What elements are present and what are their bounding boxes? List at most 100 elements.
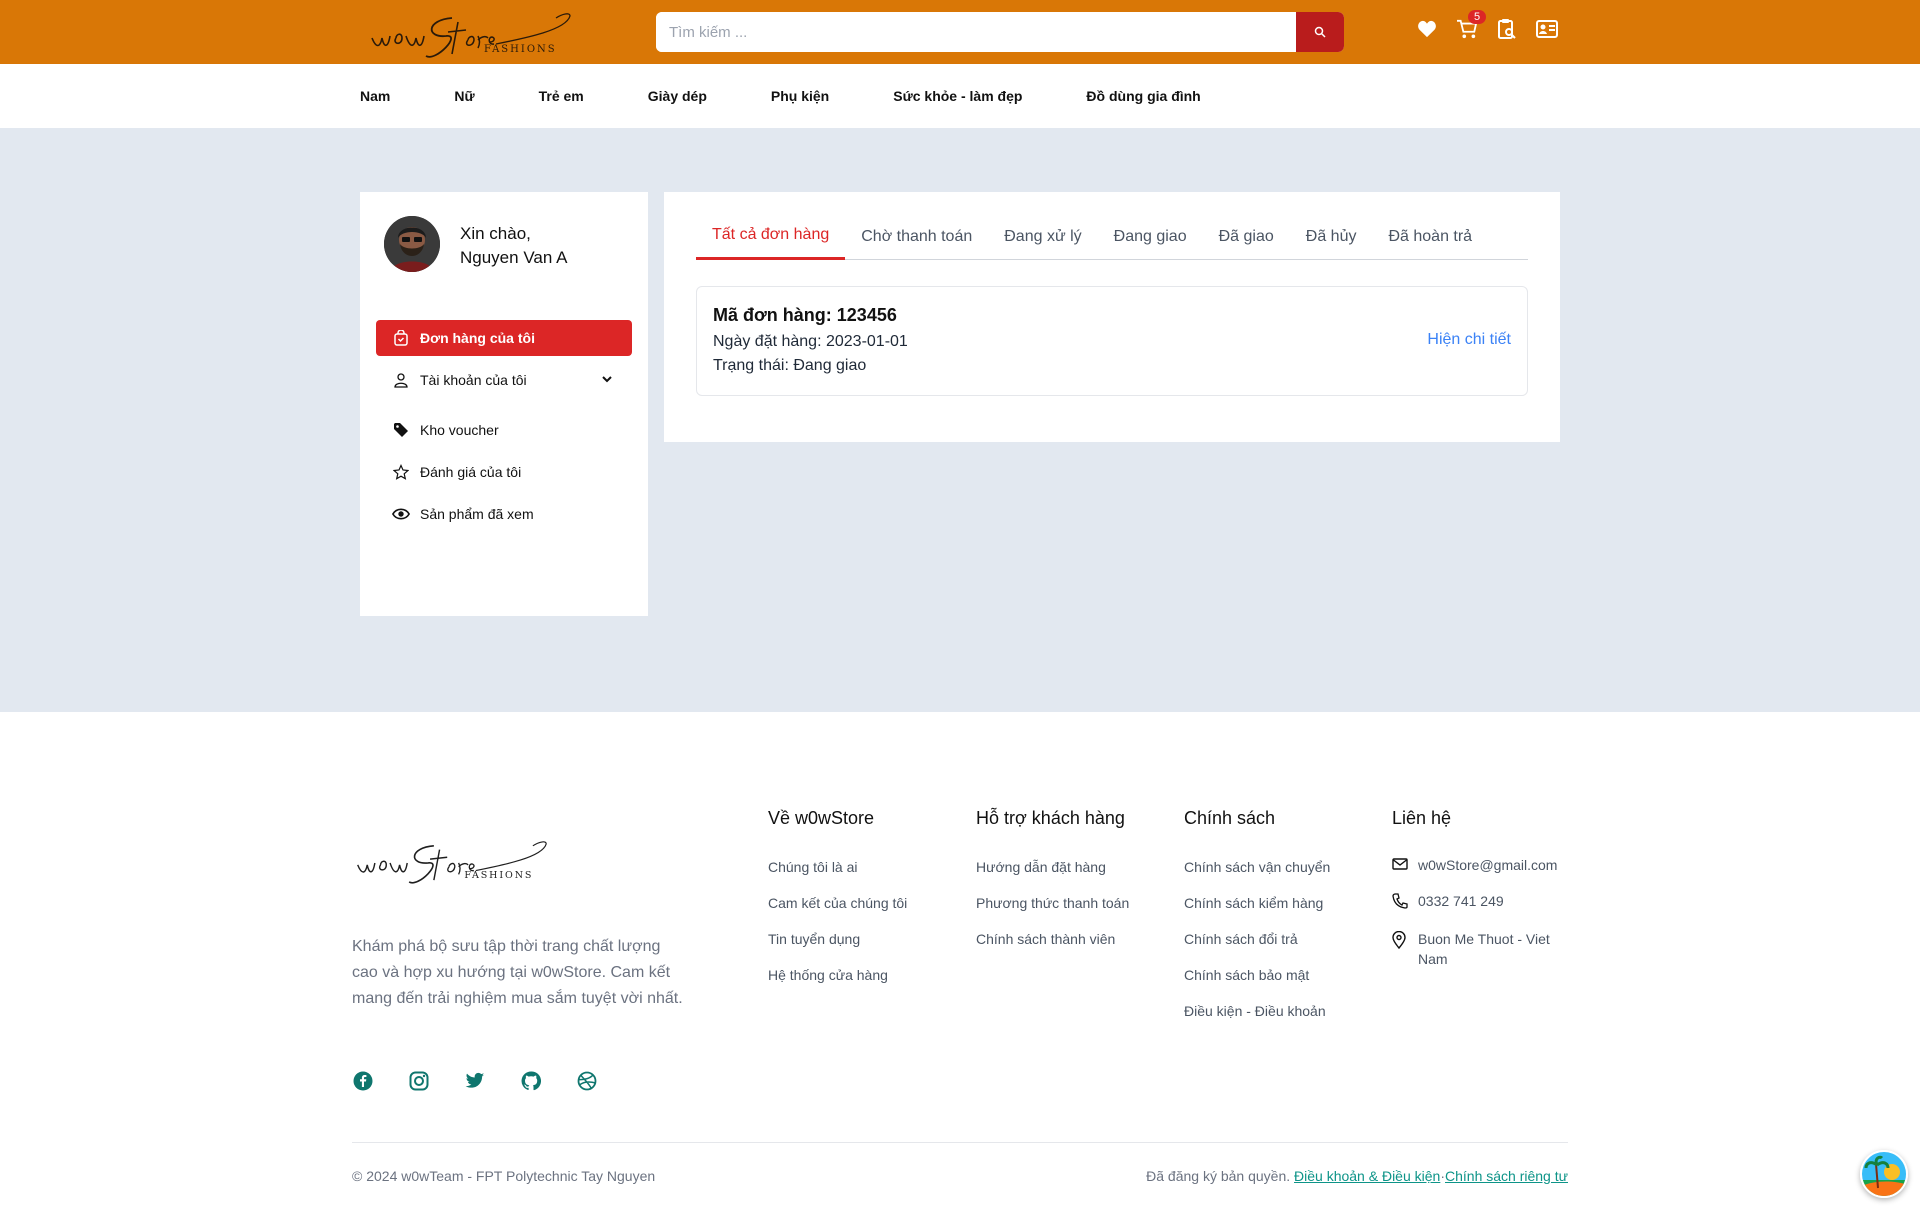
- tab-order-status[interactable]: Đang xử lý: [988, 216, 1097, 260]
- footer-link[interactable]: Hướng dẫn đặt hàng: [976, 857, 1129, 893]
- search-icon: [1314, 26, 1326, 38]
- footer-link[interactable]: Cam kết của chúng tôi: [768, 893, 907, 929]
- footer-column-support: Hỗ trợ khách hàng Hướng dẫn đặt hàng Phư…: [976, 808, 1129, 965]
- tab-order-status[interactable]: Chờ thanh toán: [845, 216, 988, 260]
- footer-link[interactable]: Tin tuyển dụng: [768, 929, 907, 965]
- tab-order-status[interactable]: Đã hoàn trả: [1372, 216, 1488, 260]
- order-lookup-button[interactable]: [1496, 18, 1518, 40]
- sidebar-item-my-orders[interactable]: Đơn hàng của tôi: [376, 320, 632, 356]
- footer-column-policy: Chính sách Chính sách vận chuyển Chính s…: [1184, 808, 1330, 1037]
- order-status-tabs: Tất cả đơn hàng Chờ thanh toán Đang xử lý Đ…: [696, 216, 1528, 260]
- twitter-icon: [465, 1072, 485, 1088]
- avatar[interactable]: [384, 216, 440, 272]
- tab-order-status[interactable]: Đã hủy: [1290, 216, 1373, 260]
- tag-icon: [392, 421, 410, 439]
- contact-phone-text: 0332 741 249: [1418, 893, 1504, 909]
- sidebar-item-label: Tài khoản của tôi: [420, 372, 527, 388]
- dribbble-icon: [577, 1071, 597, 1091]
- shopping-bag-icon: [392, 329, 410, 347]
- sidebar-item-my-account[interactable]: Tài khoản của tôi: [376, 362, 632, 398]
- social-links: [352, 1070, 598, 1092]
- contact-phone[interactable]: 0332 741 249: [1392, 893, 1576, 929]
- footer-link[interactable]: Chính sách thành viên: [976, 929, 1129, 965]
- copyright: © 2024 w0wTeam - FPT Polytechnic Tay Ngu…: [352, 1168, 656, 1184]
- footer-column-about: Về w0wStore Chúng tôi là ai Cam kết của …: [768, 808, 907, 1001]
- instagram-icon: [409, 1071, 429, 1091]
- search-button[interactable]: [1296, 12, 1344, 52]
- heart-icon: [1418, 20, 1436, 38]
- cart-count-badge: 5: [1468, 10, 1487, 24]
- floating-chat-button[interactable]: [1860, 1150, 1908, 1198]
- legal-prefix: Đã đăng ký bản quyền.: [1146, 1168, 1291, 1184]
- sidebar-item-viewed-products[interactable]: Sản phẩm đã xem: [376, 496, 632, 532]
- footer-column-title: Liên hệ: [1392, 808, 1452, 828]
- terms-link[interactable]: Điều khoản & Điều kiện: [1294, 1168, 1440, 1184]
- tab-order-status[interactable]: Đã giao: [1203, 216, 1290, 260]
- footer-column-title: Về w0wStore: [768, 808, 875, 828]
- tab-order-status[interactable]: Đang giao: [1098, 216, 1203, 260]
- order-date: Ngày đặt hàng: 2023-01-01: [713, 333, 908, 350]
- sidebar-item-vouchers[interactable]: Kho voucher: [376, 412, 632, 448]
- facebook-link[interactable]: [352, 1070, 374, 1092]
- footer-column-title: Chính sách: [1184, 808, 1276, 828]
- wishlist-button[interactable]: [1416, 18, 1438, 40]
- nav-item[interactable]: Sức khỏe - làm đẹp: [893, 88, 1022, 104]
- footer-divider: [352, 1142, 1568, 1143]
- nav-item[interactable]: Nữ: [454, 88, 474, 104]
- phone-icon: [1392, 893, 1410, 909]
- github-link[interactable]: [520, 1070, 542, 1092]
- footer-link[interactable]: Chúng tôi là ai: [768, 857, 907, 893]
- search-bar: [656, 12, 1344, 52]
- footer-column-contact: Liên hệ w0wStore@gmail.com 0332 741 249 …: [1392, 808, 1576, 969]
- footer-description: Khám phá bộ sưu tập thời trang chất lượn…: [352, 938, 683, 1007]
- contact-address: Buon Me Thuot - Viet Nam: [1392, 929, 1576, 969]
- footer-link[interactable]: Chính sách vận chuyển: [1184, 857, 1330, 893]
- account-card-button[interactable]: [1536, 18, 1558, 40]
- category-nav-list: Nam Nữ Trẻ em Giày dép Phụ kiện Sức khỏe - là…: [360, 64, 1265, 128]
- footer-logo[interactable]: FASHIONS: [352, 832, 550, 892]
- facebook-icon: [353, 1071, 373, 1091]
- footer-link[interactable]: Chính sách đổi trả: [1184, 929, 1330, 965]
- twitter-link[interactable]: [464, 1070, 486, 1092]
- order-lookup-icon: [1498, 19, 1516, 39]
- account-card-icon: [1536, 20, 1558, 38]
- user-greeting: Xin chào, Nguyen Van A: [460, 222, 567, 270]
- contact-email[interactable]: w0wStore@gmail.com: [1392, 857, 1576, 893]
- nav-item[interactable]: Phụ kiện: [771, 88, 829, 104]
- brand-logo[interactable]: FASHIONS: [366, 8, 574, 62]
- tab-order-status[interactable]: Tất cả đơn hàng: [696, 216, 846, 260]
- sidebar-item-label: Đánh giá của tôi: [420, 464, 522, 480]
- instagram-link[interactable]: [408, 1070, 430, 1092]
- footer-link[interactable]: Phương thức thanh toán: [976, 893, 1129, 929]
- mail-icon: [1392, 857, 1410, 871]
- chevron-down-icon[interactable]: [600, 372, 614, 386]
- star-icon: [392, 463, 410, 481]
- cart-button[interactable]: 5: [1456, 10, 1487, 40]
- avatar-image: [384, 216, 440, 272]
- eye-icon: [392, 505, 410, 523]
- footer-link[interactable]: Chính sách kiểm hàng: [1184, 893, 1330, 929]
- top-header: FASHIONS 5: [0, 0, 1920, 64]
- order-detail-link[interactable]: Hiện chi tiết: [1427, 331, 1511, 349]
- footer-link[interactable]: Hệ thống cửa hàng: [768, 965, 907, 1001]
- nav-item[interactable]: Trẻ em: [539, 88, 584, 104]
- nav-item[interactable]: Nam: [360, 88, 390, 104]
- account-sidebar: Xin chào, Nguyen Van A Đơn hàng của tôi …: [360, 192, 648, 616]
- contact-email-text: w0wStore@gmail.com: [1418, 857, 1558, 873]
- dribbble-link[interactable]: [576, 1070, 598, 1092]
- privacy-link[interactable]: Chính sách riêng tư: [1445, 1168, 1568, 1184]
- sidebar-item-label: Kho voucher: [420, 422, 499, 438]
- footer-link[interactable]: Chính sách bảo mật: [1184, 965, 1330, 1001]
- nav-item[interactable]: Đồ dùng gia đình: [1086, 88, 1200, 104]
- location-pin-icon: [1392, 929, 1410, 949]
- header-actions: 5: [1416, 10, 1558, 40]
- footer-link[interactable]: Điều kiện - Điều khoản: [1184, 1001, 1330, 1037]
- search-input[interactable]: [656, 12, 1296, 52]
- orders-panel: Tất cả đơn hàng Chờ thanh toán Đang xử lý Đ…: [664, 192, 1560, 442]
- nav-item[interactable]: Giày dép: [648, 88, 707, 104]
- footer-column-title: Hỗ trợ khách hàng: [976, 808, 1125, 828]
- sidebar-item-my-reviews[interactable]: Đánh giá của tôi: [376, 454, 632, 490]
- sidebar-item-label: Sản phẩm đã xem: [420, 506, 534, 522]
- footer-logo-graphic: FASHIONS: [357, 841, 547, 884]
- user-name: Nguyen Van A: [460, 248, 568, 267]
